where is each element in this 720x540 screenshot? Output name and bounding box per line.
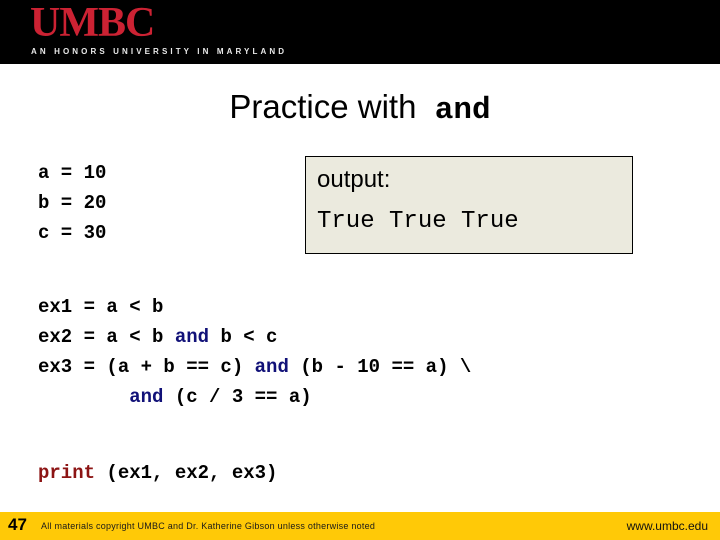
slide-title-keyword: and [434,93,491,128]
code-expressions: ex1 = a < b ex2 = a < b and b < c ex3 = … [38,292,471,412]
umbc-logo-tagline: AN HONORS UNIVERSITY IN MARYLAND [31,47,288,56]
slide-title: Practice with and [0,86,720,132]
output-label: output: [317,166,391,193]
umbc-logo-wordmark: UMBC [30,0,155,46]
footer-url: www.umbc.edu [626,519,708,533]
footer-copyright: All materials copyright UMBC and Dr. Kat… [41,521,376,531]
keyword-and: and [129,386,164,408]
slide-title-text: Practice with [229,88,417,125]
code-line-ex2-post: b < c [209,326,278,348]
code-line-ex3-pre: ex3 = (a + b == c) [38,356,255,378]
code-line-ex1: ex1 = a < b [38,296,164,318]
keyword-and: and [254,356,289,378]
footer-page-number: 47 [8,515,27,534]
code-line-ex2-pre: ex2 = a < b [38,326,175,348]
keyword-and: and [174,326,210,348]
code-variables: a = 10 b = 20 c = 30 [38,162,107,244]
keyword-print: print [38,462,96,484]
header-band: UMBC AN HONORS UNIVERSITY IN MARYLAND [0,0,720,64]
code-line-ex3-cont-post: (c / 3 == a) [163,386,312,408]
code-print-statement: print (ex1, ex2, ex3) [38,458,277,488]
code-line-ex3-post: (b - 10 == a) \ [288,356,472,378]
output-value: True True True [317,208,519,235]
code-line-ex3-cont-indent [38,386,129,408]
print-arguments: (ex1, ex2, ex3) [95,462,278,484]
output-box: output: True True True [305,156,633,254]
